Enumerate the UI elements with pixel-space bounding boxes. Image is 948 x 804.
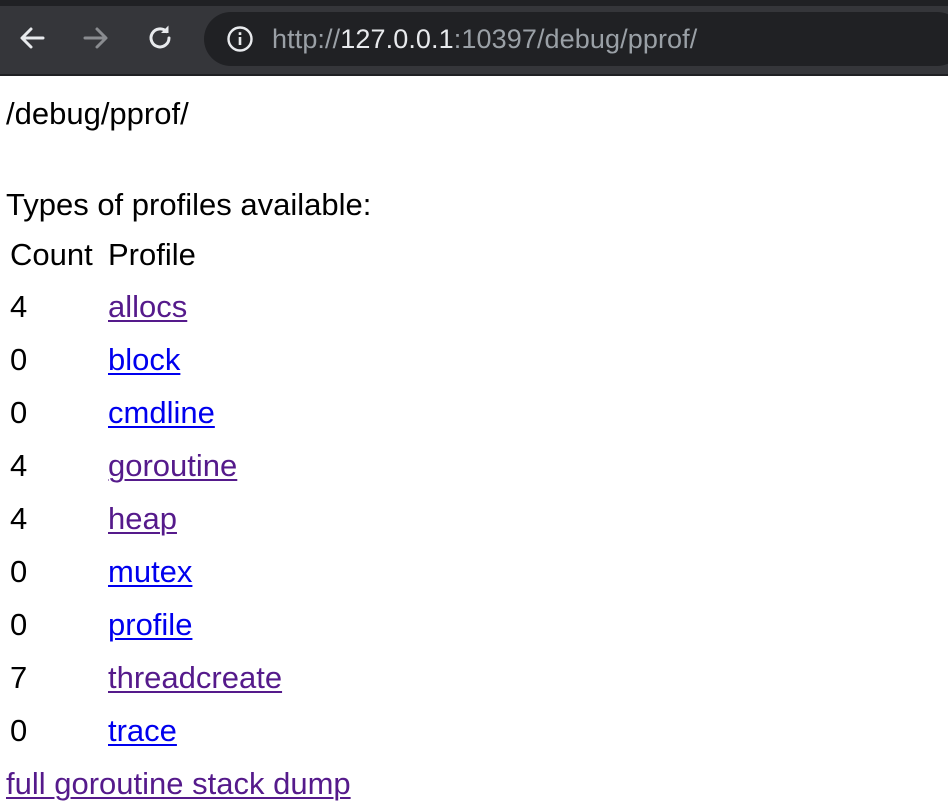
profile-link-mutex[interactable]: mutex (108, 554, 192, 589)
profile-cell: heap (108, 492, 282, 545)
profile-cell: trace (108, 704, 282, 757)
profile-count: 0 (10, 607, 28, 642)
profile-cell: block (108, 333, 282, 386)
table-row: 4 allocs (10, 280, 282, 333)
profile-link-heap[interactable]: heap (108, 501, 177, 536)
table-row: 0 block (10, 333, 282, 386)
profile-count: 0 (10, 342, 28, 377)
profile-link-allocs[interactable]: allocs (108, 289, 187, 324)
url-host: 127.0.0.1 (340, 24, 454, 54)
profile-cell: goroutine (108, 439, 282, 492)
profile-cell: allocs (108, 280, 282, 333)
profile-cell: profile (108, 598, 282, 651)
url-path: :10397/debug/pprof/ (453, 24, 698, 54)
forward-button[interactable] (76, 18, 116, 58)
table-row: 0 profile (10, 598, 282, 651)
tab-strip-edge (0, 0, 948, 6)
profiles-intro-text: Types of profiles available: (6, 187, 372, 222)
profile-cell: threadcreate (108, 651, 282, 704)
profile-link-trace[interactable]: trace (108, 713, 177, 748)
profile-count: 4 (10, 289, 28, 324)
page-content: /debug/pprof/ Types of profiles availabl… (0, 78, 948, 801)
info-icon[interactable] (226, 25, 254, 53)
profile-link-block[interactable]: block (108, 342, 180, 377)
back-button[interactable] (12, 18, 52, 58)
count-column-header: Count (10, 237, 93, 272)
address-bar[interactable]: http://127.0.0.1:10397/debug/pprof/ (204, 12, 948, 66)
profile-column-header: Profile (108, 237, 196, 272)
browser-toolbar: http://127.0.0.1:10397/debug/pprof/ (0, 0, 948, 76)
profile-count: 0 (10, 395, 28, 430)
profile-cell: mutex (108, 545, 282, 598)
profile-count: 4 (10, 448, 28, 483)
profile-count: 0 (10, 554, 28, 589)
profile-link-profile[interactable]: profile (108, 607, 192, 642)
profile-count: 4 (10, 501, 28, 536)
profiles-table: Count Profile 4 allocs 0 block 0 cmdline 4 goro… (6, 230, 286, 757)
table-row: 4 heap (10, 492, 282, 545)
url-scheme: http:// (272, 24, 341, 54)
table-row: 0 cmdline (10, 386, 282, 439)
table-row: 4 goroutine (10, 439, 282, 492)
table-row: 7 threadcreate (10, 651, 282, 704)
arrow-right-icon (83, 27, 108, 49)
profile-cell: cmdline (108, 386, 282, 439)
reload-icon (149, 25, 171, 49)
profile-link-threadcreate[interactable]: threadcreate (108, 660, 282, 695)
profile-count: 7 (10, 660, 28, 695)
table-row: 0 mutex (10, 545, 282, 598)
table-row: 0 trace (10, 704, 282, 757)
full-goroutine-stack-dump-link[interactable]: full goroutine stack dump (6, 764, 351, 804)
arrow-left-icon (20, 27, 45, 49)
table-header-row: Count Profile (10, 230, 282, 280)
reload-button[interactable] (140, 18, 180, 58)
page-title: /debug/pprof/ (6, 96, 189, 131)
profile-count: 0 (10, 713, 28, 748)
profile-link-cmdline[interactable]: cmdline (108, 395, 215, 430)
profile-link-goroutine[interactable]: goroutine (108, 448, 237, 483)
url-text[interactable]: http://127.0.0.1:10397/debug/pprof/ (272, 12, 697, 66)
